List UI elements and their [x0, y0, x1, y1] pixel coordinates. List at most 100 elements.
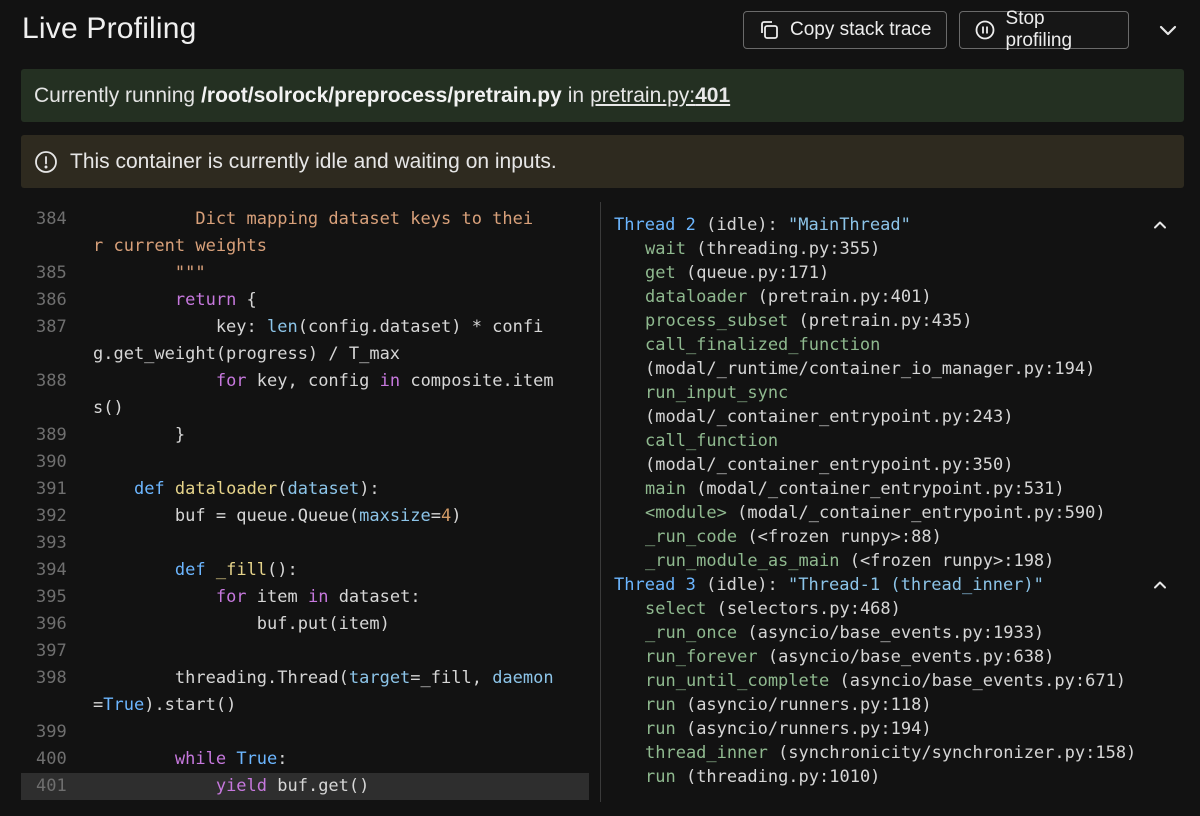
stack-frame[interactable]: run (asyncio/runners.py:118)	[614, 693, 1194, 717]
code-token: buf.get()	[267, 776, 370, 796]
stop-profiling-button[interactable]: Stop profiling	[959, 8, 1129, 51]
thread-name: Thread 3	[614, 575, 696, 595]
stack-frame[interactable]: (modal/_container_entrypoint.py:243)	[614, 405, 1194, 429]
frame-location: (modal/_container_entrypoint.py:531)	[685, 479, 1065, 499]
code-text: while True:	[93, 746, 288, 773]
code-token: Dict mapping dataset keys to thei	[93, 209, 534, 229]
code-line: 397	[21, 638, 589, 665]
code-text: g.get_weight(progress) / T_max	[93, 341, 400, 368]
chevron-up-icon[interactable]	[1150, 573, 1170, 597]
code-token: in	[307, 587, 329, 607]
code-token: def	[133, 479, 165, 499]
code-token: :	[277, 749, 288, 769]
stack-frame[interactable]: run_input_sync	[614, 381, 1194, 405]
code-token: buf = queue.Queue(	[93, 506, 360, 526]
running-path: /root/solrock/preprocess/pretrain.py	[201, 83, 562, 107]
copy-stack-trace-button[interactable]: Copy stack trace	[743, 11, 947, 49]
stack-frame[interactable]: run_forever (asyncio/base_events.py:638)	[614, 645, 1194, 669]
thread-header[interactable]: Thread 2 (idle): "MainThread"	[614, 213, 1194, 237]
pane-divider	[600, 202, 601, 802]
code-token: s()	[93, 398, 124, 418]
line-number: 394	[36, 560, 67, 580]
code-line: 395 for item in dataset:	[21, 584, 589, 611]
stack-frame[interactable]: dataloader (pretrain.py:401)	[614, 285, 1194, 309]
stack-frame[interactable]: _run_once (asyncio/base_events.py:1933)	[614, 621, 1194, 645]
stack-frame[interactable]: process_subset (pretrain.py:435)	[614, 309, 1194, 333]
stack-frame[interactable]: call_function	[614, 429, 1194, 453]
code-token: threading.Thread(	[93, 668, 349, 688]
code-token: target	[348, 668, 411, 688]
stack-frame[interactable]: (modal/_container_entrypoint.py:350)	[614, 453, 1194, 477]
line-number: 399	[36, 722, 67, 742]
thread-header[interactable]: Thread 3 (idle): "Thread-1 (thread_inner…	[614, 573, 1194, 597]
code-text: def dataloader(dataset):	[93, 476, 380, 503]
idle-banner: This container is currently idle and wai…	[21, 135, 1184, 188]
code-token: dataset	[287, 479, 360, 499]
code-line: 384 Dict mapping dataset keys to thei	[21, 206, 589, 233]
chevron-down-icon[interactable]	[1156, 18, 1180, 42]
code-token: (config.dataset) * confi	[297, 317, 544, 337]
source-file: pretrain.py:	[590, 83, 696, 107]
frame-function: _run_code	[645, 527, 738, 547]
frame-function: wait	[645, 239, 686, 259]
code-text: buf = queue.Queue(maxsize=4)	[93, 503, 462, 530]
frame-location: (selectors.py:468)	[706, 599, 901, 619]
stack-frame[interactable]: wait (threading.py:355)	[614, 237, 1194, 261]
code-text: """	[93, 260, 206, 287]
code-token: def	[174, 560, 206, 580]
line-number	[21, 692, 93, 719]
code-line: 387 key: len(config.dataset) * confi	[21, 314, 589, 341]
running-banner: Currently running /root/solrock/preproce…	[21, 69, 1184, 122]
stack-frame[interactable]: call_finalized_function	[614, 333, 1194, 357]
running-in-text: in	[567, 83, 585, 107]
stack-frame[interactable]: <module> (modal/_container_entrypoint.py…	[614, 501, 1194, 525]
line-number: 398	[36, 668, 67, 688]
idle-message: This container is currently idle and wai…	[70, 149, 557, 173]
frame-function: thread_inner	[645, 743, 768, 763]
stack-frame[interactable]: select (selectors.py:468)	[614, 597, 1194, 621]
frame-function: process_subset	[645, 311, 789, 331]
code-token: len	[267, 317, 298, 337]
stack-frame[interactable]: (modal/_runtime/container_io_manager.py:…	[614, 357, 1194, 381]
stack-frame[interactable]: run (threading.py:1010)	[614, 765, 1194, 789]
frame-location: (asyncio/runners.py:194)	[675, 719, 932, 739]
code-token: key, config	[246, 371, 380, 391]
page-title: Live Profiling	[22, 12, 197, 45]
stack-frame[interactable]: run_until_complete (asyncio/base_events.…	[614, 669, 1194, 693]
source-line: 401	[695, 83, 731, 107]
thread-name: Thread 2	[614, 215, 696, 235]
code-line: 398 threading.Thread(target=_fill, daemo…	[21, 665, 589, 692]
line-number: 393	[36, 533, 67, 553]
line-number: 395	[36, 587, 67, 607]
line-number: 387	[36, 317, 67, 337]
code-text: return {	[93, 287, 257, 314]
thread-stack-view: Thread 2 (idle): "MainThread" wait (threa…	[614, 213, 1194, 789]
frame-function: _run_once	[645, 623, 738, 643]
stack-frame[interactable]: main (modal/_container_entrypoint.py:531…	[614, 477, 1194, 501]
code-token: ():	[267, 560, 298, 580]
code-token: composite.item	[400, 371, 554, 391]
stack-frame[interactable]: _run_module_as_main (<frozen runpy>:198)	[614, 549, 1194, 573]
frame-location: (threading.py:1010)	[675, 767, 881, 787]
code-line: 389 }	[21, 422, 589, 449]
code-token: daemon	[492, 668, 554, 688]
frame-function: select	[645, 599, 707, 619]
code-token: item	[246, 587, 308, 607]
line-number: 388	[36, 371, 67, 391]
code-token: ).start()	[144, 695, 237, 715]
stack-frame[interactable]: get (queue.py:171)	[614, 261, 1194, 285]
chevron-up-icon[interactable]	[1150, 213, 1170, 237]
code-token: _fill	[215, 560, 268, 580]
stack-frame[interactable]: run (asyncio/runners.py:194)	[614, 717, 1194, 741]
code-token: True	[103, 695, 145, 715]
running-prefix: Currently running	[34, 83, 196, 107]
source-location-link[interactable]: pretrain.py:401	[590, 84, 730, 108]
code-token: {	[236, 290, 257, 310]
stack-frame[interactable]: thread_inner (synchronicity/synchronizer…	[614, 741, 1194, 765]
code-token: yield	[215, 776, 268, 796]
stack-frame[interactable]: _run_code (<frozen runpy>:88)	[614, 525, 1194, 549]
